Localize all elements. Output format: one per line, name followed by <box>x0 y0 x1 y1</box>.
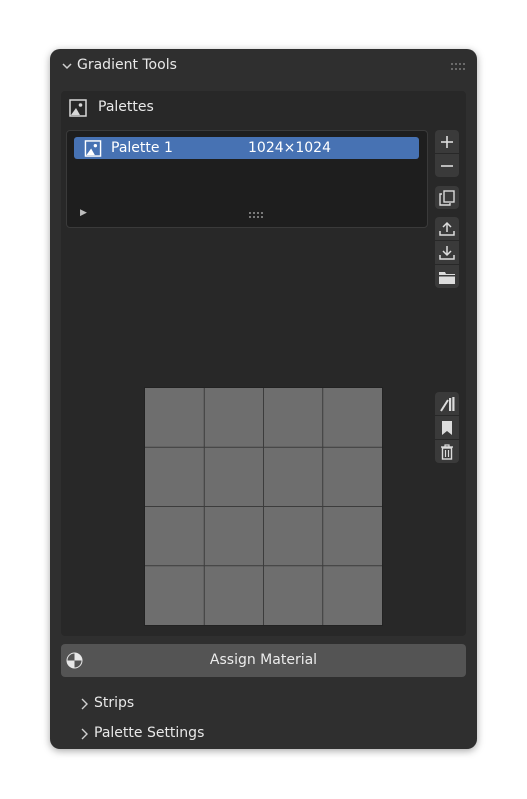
drag-grip-icon[interactable] <box>451 62 465 72</box>
duplicate-icon <box>439 189 455 206</box>
add-button[interactable] <box>435 130 459 153</box>
import-icon <box>439 245 455 260</box>
trash-icon <box>441 443 453 460</box>
list-item[interactable]: Palette 1 1024×1024 <box>74 137 419 159</box>
expand-triangle-icon[interactable]: ▶ <box>80 208 87 218</box>
palette-preview-grid <box>144 387 383 626</box>
panel-header[interactable]: Gradient Tools <box>50 49 477 83</box>
trash-button[interactable] <box>435 440 459 463</box>
remove-button[interactable] <box>435 154 459 177</box>
paint-icon <box>440 396 455 412</box>
bookmark-button[interactable] <box>435 416 459 439</box>
palette-list[interactable]: Palette 1 1024×1024 ▶ <box>66 130 428 228</box>
palette-name: Palette 1 <box>111 140 173 156</box>
export-icon <box>439 221 455 236</box>
strips-label: Strips <box>94 695 135 711</box>
chevron-right-icon <box>81 728 88 740</box>
remove-icon <box>441 164 453 167</box>
bookmark-icon <box>442 420 452 435</box>
image-icon <box>84 140 102 157</box>
resize-grip-icon[interactable] <box>249 211 265 219</box>
palettes-title: Palettes <box>98 99 154 115</box>
preview-grid-lines <box>145 388 382 625</box>
assign-material-button[interactable]: Assign Material <box>61 644 466 677</box>
panel-title: Gradient Tools <box>77 57 177 73</box>
chevron-down-icon <box>62 63 72 70</box>
palettes-box: Palettes Palette 1 1024×1024 ▶ <box>61 91 466 636</box>
gradient-tools-panel: Gradient Tools Palettes Palette 1 1024×1… <box>50 49 477 749</box>
image-icon <box>69 99 87 117</box>
duplicate-button[interactable] <box>435 186 459 209</box>
folder-icon <box>439 271 455 284</box>
export-button[interactable] <box>435 217 459 240</box>
paint-button[interactable] <box>435 392 459 415</box>
palette-settings-label: Palette Settings <box>94 725 205 741</box>
chevron-right-icon <box>81 698 88 710</box>
import-button[interactable] <box>435 241 459 264</box>
strips-subpanel[interactable]: Strips <box>50 691 477 717</box>
palette-size: 1024×1024 <box>248 140 331 156</box>
assign-material-label: Assign Material <box>209 652 318 668</box>
palette-settings-subpanel[interactable]: Palette Settings <box>50 721 477 747</box>
add-icon <box>441 135 453 148</box>
folder-button[interactable] <box>435 265 459 288</box>
